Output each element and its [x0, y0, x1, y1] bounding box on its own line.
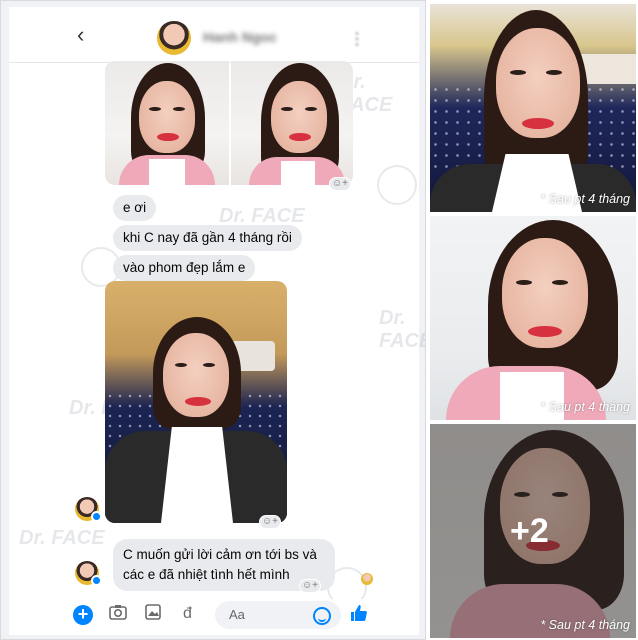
message-image[interactable]: [231, 61, 353, 185]
gallery-photo[interactable]: * Sau pt 4 tháng: [430, 4, 636, 212]
message-input-placeholder: Aa: [229, 607, 245, 622]
camera-icon[interactable]: [109, 603, 127, 625]
photo-eye: [552, 280, 568, 285]
add-reaction-icon[interactable]: ☺+: [329, 177, 351, 191]
photo-eye: [281, 107, 293, 111]
photo-eye: [173, 107, 185, 111]
more-vertical-icon[interactable]: ⋮: [349, 29, 365, 49]
photo-eye: [149, 107, 161, 111]
photo-caption: * Sau pt 4 tháng: [540, 618, 630, 632]
photo-face: [139, 81, 195, 153]
photo-lips: [185, 397, 211, 406]
photo-lips: [528, 326, 562, 337]
conversation-header: ‹ Hanh Ngoc ⋮: [9, 7, 419, 63]
photo-lips: [522, 118, 554, 129]
photo-shirt: [281, 161, 315, 185]
messenger-screenshot: Dr. FACE Dr. FACE Dr. FACE Dr. FACE Dr. …: [0, 0, 426, 640]
watermark-text: Dr. FACE: [379, 307, 425, 352]
conversation-window: Dr. FACE Dr. FACE Dr. FACE Dr. FACE Dr. …: [9, 7, 425, 635]
message-image[interactable]: [105, 281, 287, 523]
message-bubble: e ơi: [113, 195, 157, 221]
photo-lips: [157, 133, 179, 141]
photo-eye: [305, 107, 317, 111]
photo-eye: [175, 363, 187, 367]
more-photos-count[interactable]: +2: [510, 512, 549, 551]
photo-caption: * Sau pt 4 tháng: [540, 400, 630, 414]
contact-avatar[interactable]: [155, 19, 193, 57]
message-composer: + đ Aa: [9, 599, 419, 635]
watermark-text: Dr. FACE: [19, 527, 105, 549]
emoji-icon[interactable]: [313, 607, 331, 625]
add-reaction-icon[interactable]: ☺+: [299, 579, 321, 593]
messenger-badge-icon: [91, 511, 102, 522]
chevron-left-icon[interactable]: ‹: [77, 24, 84, 46]
photo-shirt: [161, 427, 233, 523]
photo-eye: [510, 70, 526, 75]
photo-shirt: [149, 159, 185, 185]
watermark-logo: [377, 165, 417, 205]
seen-indicator-avatar: [361, 573, 373, 585]
messenger-badge-icon: [91, 575, 102, 586]
message-bubble: vào phom đẹp lắm e: [113, 255, 256, 281]
message-image[interactable]: [105, 61, 229, 185]
photo-banner: [580, 54, 636, 84]
photo-eye: [516, 280, 532, 285]
contact-name[interactable]: Hanh Ngoc: [203, 29, 277, 45]
gallery-photo[interactable]: * Sau pt 4 tháng: [430, 216, 636, 420]
photo-face: [271, 81, 327, 153]
photo-eye: [546, 70, 562, 75]
message-bubble: khi C nay đã gần 4 tháng rồi: [113, 225, 302, 251]
photo-eye: [203, 363, 215, 367]
like-icon[interactable]: [349, 603, 369, 629]
plus-icon[interactable]: +: [73, 605, 93, 625]
add-reaction-icon[interactable]: ☺+: [259, 515, 281, 529]
dong-payment-icon[interactable]: đ: [183, 603, 192, 625]
image-icon[interactable]: [145, 603, 161, 625]
photo-caption: * Sau pt 4 tháng: [540, 192, 630, 206]
photo-lips: [289, 133, 311, 141]
gallery-photo[interactable]: +2 * Sau pt 4 tháng: [430, 424, 636, 638]
